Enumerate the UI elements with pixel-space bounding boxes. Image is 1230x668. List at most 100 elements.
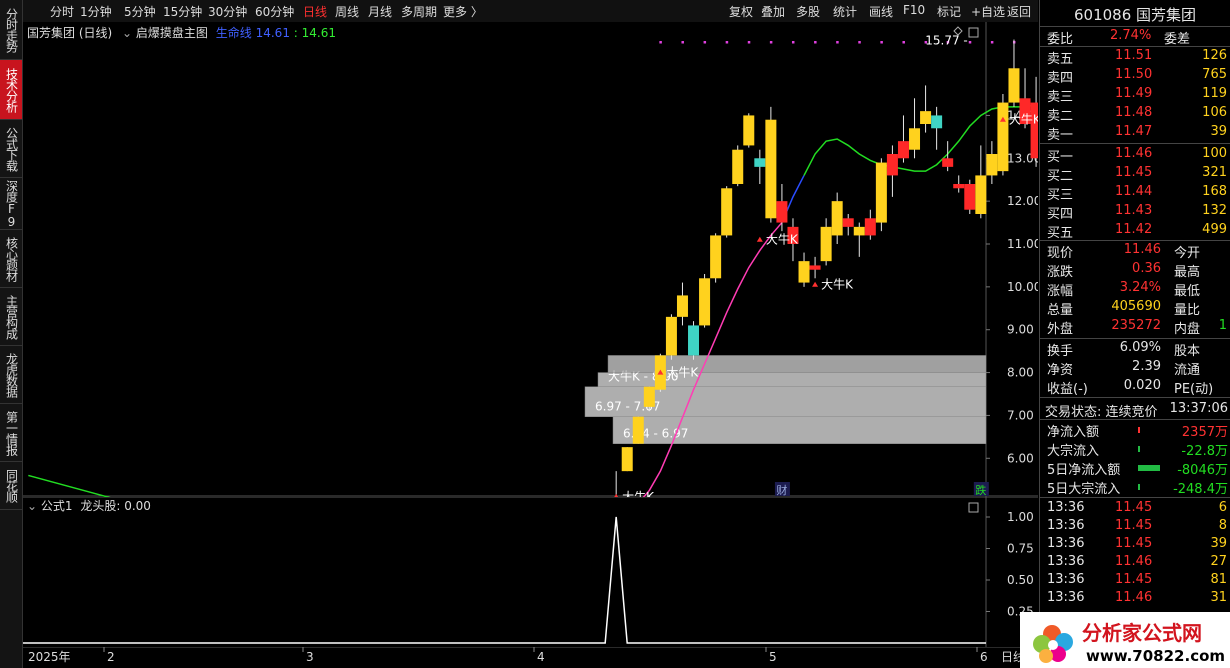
period-9[interactable]: 多周期 <box>401 3 437 20</box>
bid-label: 买五 <box>1047 226 1074 241</box>
annotation-label: 大牛K <box>821 277 854 292</box>
ask-label: 卖二 <box>1047 109 1074 124</box>
tick-volume: 27 <box>1210 554 1227 569</box>
indicator-dropdown-icon[interactable]: ⌄ <box>122 26 132 40</box>
indicator-formula-name[interactable]: 公式1 <box>41 499 73 513</box>
ask-price: 11.49 <box>1115 86 1153 101</box>
x-axis: 2025年 2 3 4 5 6 日线 <box>23 647 1038 668</box>
ask-row[interactable]: 卖一 11.47 39 <box>1040 123 1230 143</box>
bid-row[interactable]: 买三 11.44 168 <box>1040 183 1230 203</box>
event-marker-label: 跌 <box>975 483 986 497</box>
x-tick-label: 6 <box>980 650 988 664</box>
candle <box>621 447 633 472</box>
stat-value: 405690 <box>1111 299 1161 314</box>
stat-row: 总量 405690 量比 <box>1040 298 1230 318</box>
fund-label-2: 流通 <box>1174 363 1201 378</box>
candlestick-chart[interactable]: 14.0013.0012.0011.0010.009.008.007.006.0… <box>23 22 1038 497</box>
sidebar-tab-6[interactable]: 龙虎数据 <box>0 346 22 404</box>
period-7[interactable]: 周线 <box>335 3 359 20</box>
trade-status-row: 交易状态: 连续竞价 13:37:06 <box>1040 400 1230 420</box>
ask-label: 卖一 <box>1047 128 1074 143</box>
ask-volume: 119 <box>1202 86 1227 101</box>
indicator-name[interactable]: 启爆摸盘主图 <box>136 26 208 40</box>
sidebar-tab-8[interactable]: 同花顺 <box>0 462 22 510</box>
period-10[interactable]: 更多 〉 <box>443 3 483 20</box>
ask-row[interactable]: 卖四 11.50 765 <box>1040 66 1230 86</box>
fundamental-row: 收益(-) 0.020 PE(动) <box>1040 377 1230 397</box>
stat-label: 总量 <box>1047 303 1074 318</box>
bid-row[interactable]: 买五 11.42 499 <box>1040 221 1230 241</box>
fund-flow-row: 5日净流入额 -8046万 <box>1040 458 1230 478</box>
sidebar-tab-5[interactable]: 主营构成 <box>0 288 22 346</box>
tool-4[interactable]: 画线 <box>869 3 893 20</box>
watermark-url: www.70822.com <box>1086 647 1225 665</box>
tick-volume: 6 <box>1218 500 1227 515</box>
stat-label-2: 内盘 <box>1174 322 1201 337</box>
x-tick-label: 4 <box>537 650 545 664</box>
stat-value: 235272 <box>1111 318 1161 333</box>
bid-row[interactable]: 买一 11.46 100 <box>1040 145 1230 165</box>
annotation-label: 大牛K <box>666 365 699 380</box>
flow-label: 大宗流入 <box>1047 444 1100 459</box>
period-5[interactable]: 60分钟 <box>255 3 294 20</box>
annotation-label: 大牛K <box>1009 112 1038 127</box>
event-marker-label: 财 <box>776 483 787 497</box>
fundamental-row: 净资 2.39 流通 <box>1040 358 1230 378</box>
bid-row[interactable]: 买四 11.43 132 <box>1040 202 1230 222</box>
tool-0[interactable]: 复权 <box>729 3 753 20</box>
x-tick-label: 2025年 <box>28 650 71 664</box>
bid-volume: 321 <box>1202 165 1227 180</box>
stat-value: 0.36 <box>1132 261 1161 276</box>
tick-time: 13:36 <box>1047 572 1085 587</box>
fund-flow-row: 大宗流入 -22.8万 <box>1040 439 1230 459</box>
tick-row: 13:36 11.45 81 <box>1040 571 1230 589</box>
stat-label-2: 最高 <box>1174 265 1201 280</box>
stat-label-2: 今开 <box>1174 246 1201 261</box>
period-4[interactable]: 30分钟 <box>208 3 247 20</box>
bid-volume: 100 <box>1202 146 1227 161</box>
period-3[interactable]: 15分钟 <box>163 3 202 20</box>
period-2[interactable]: 5分钟 <box>124 3 156 20</box>
signal-dot <box>747 41 751 44</box>
tool-8[interactable]: 返回 <box>1007 3 1031 20</box>
stock-title: 601086 国芳集团 <box>1040 2 1230 26</box>
period-1[interactable]: 1分钟 <box>80 3 112 20</box>
tool-2[interactable]: 多股 <box>796 3 820 20</box>
tick-price: 11.45 <box>1115 572 1153 587</box>
tool-3[interactable]: 统计 <box>833 3 857 20</box>
period-8[interactable]: 月线 <box>368 3 392 20</box>
flow-bar <box>1138 446 1140 452</box>
tool-5[interactable]: F10 <box>903 3 925 17</box>
chart-title: 国芳集团 (日线) <box>27 26 113 40</box>
sidebar-tab-3[interactable]: 深度F9 <box>0 178 22 230</box>
tool-1[interactable]: 叠加 <box>761 3 785 20</box>
tick-price: 11.45 <box>1115 536 1153 551</box>
ask-price: 11.50 <box>1115 67 1153 82</box>
fund-flow-row: 净流入额 2357万 <box>1040 420 1230 440</box>
ask-row[interactable]: 卖三 11.49 119 <box>1040 85 1230 105</box>
ask-row[interactable]: 卖五 11.51 126 <box>1040 47 1230 67</box>
period-6[interactable]: 日线 <box>303 3 327 20</box>
signal-dot <box>703 41 707 44</box>
sidebar-tab-1[interactable]: 技术分析 <box>0 60 22 120</box>
ask-volume: 765 <box>1202 67 1227 82</box>
sidebar-tab-2[interactable]: 公式下载 <box>0 120 22 178</box>
indicator-dropdown-icon[interactable]: ⌄ <box>27 499 37 513</box>
tool-7[interactable]: +自选 <box>971 3 1005 20</box>
indicator-chart[interactable]: 1.000.750.500.25 <box>23 497 1038 647</box>
bid-price: 11.45 <box>1115 165 1153 180</box>
annotation-label: 大牛K <box>766 232 799 247</box>
sidebar-tab-7[interactable]: 第一情报 <box>0 404 22 462</box>
ask-row[interactable]: 卖二 11.48 106 <box>1040 104 1230 124</box>
bid-label: 买三 <box>1047 188 1074 203</box>
trade-time: 13:37:06 <box>1169 401 1228 416</box>
period-0[interactable]: 分时 <box>50 3 74 20</box>
sidebar-tab-4[interactable]: 核心题材 <box>0 230 22 288</box>
signal-dot <box>858 41 861 44</box>
tick-time: 13:36 <box>1047 590 1085 605</box>
bid-row[interactable]: 买二 11.45 321 <box>1040 164 1230 184</box>
sidebar-tab-0[interactable]: 分时走势 <box>0 0 22 60</box>
tool-6[interactable]: 标记 <box>937 3 961 20</box>
annotation-label: 15.77 - <box>925 34 968 48</box>
watermark-brand: 分析家公式网 <box>1082 621 1202 645</box>
